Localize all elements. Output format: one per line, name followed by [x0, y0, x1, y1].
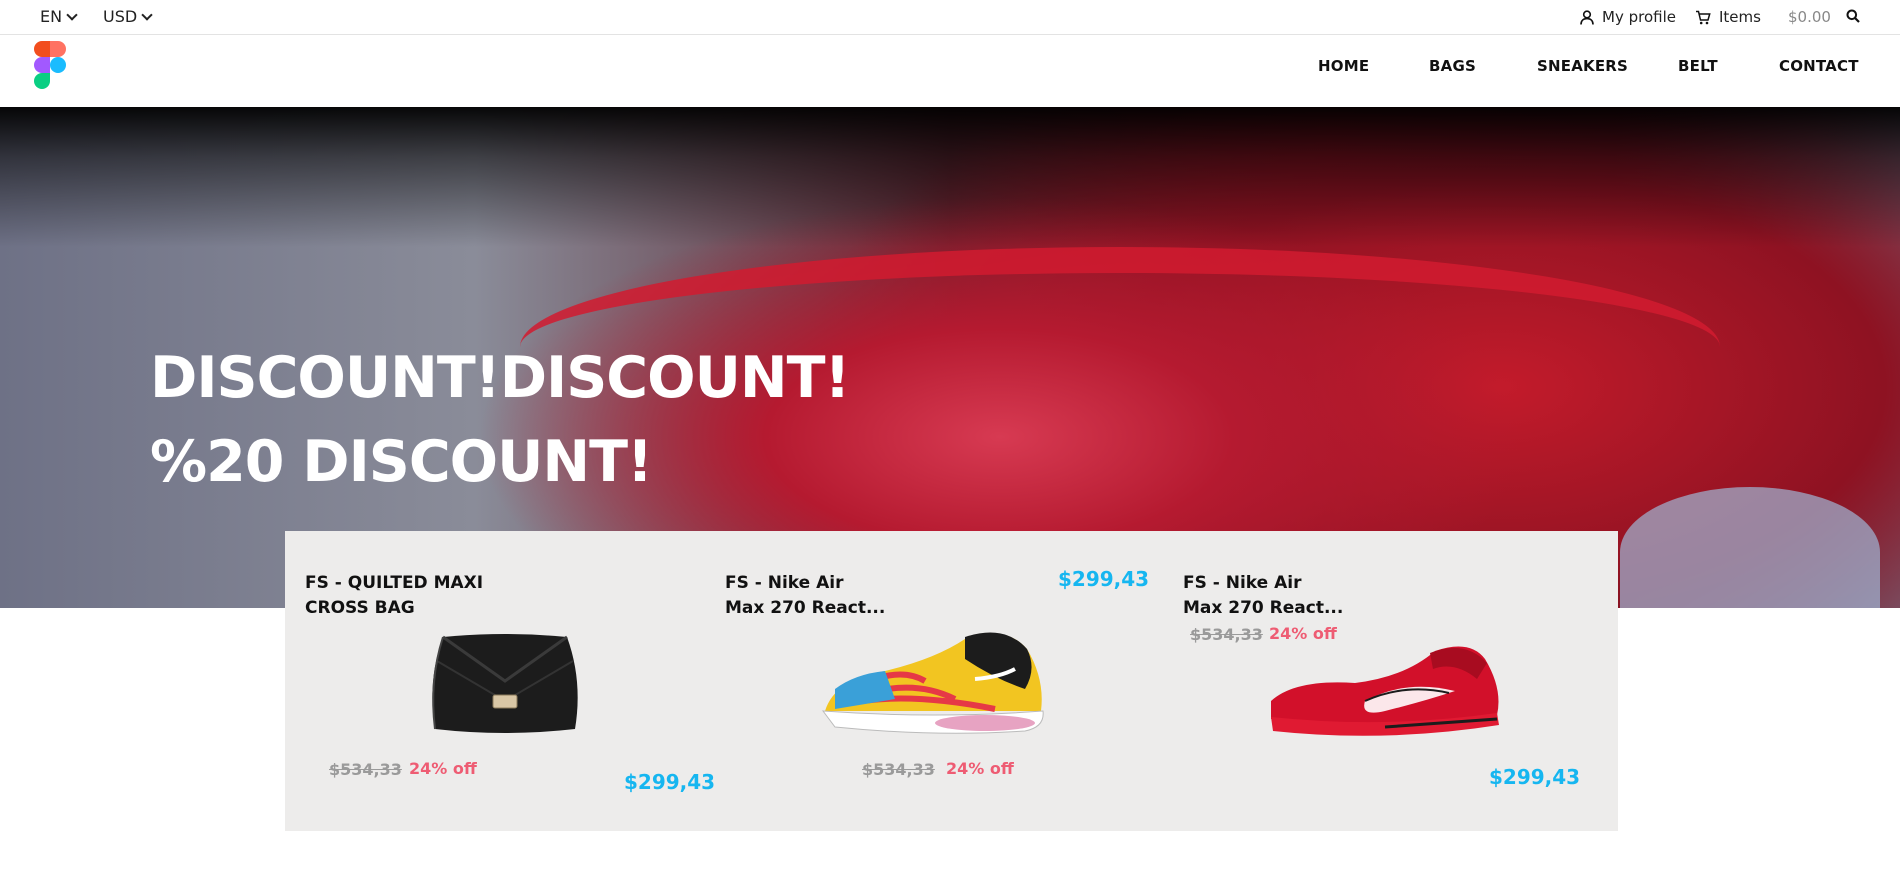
original-price: $534,33 — [862, 760, 935, 779]
my-profile-link[interactable]: My profile — [1580, 8, 1676, 26]
hero-subheadline: %20 DISCOUNT! — [150, 429, 653, 495]
product-title: FS - Nike Air Max 270 React... — [725, 573, 886, 618]
main-navbar: HOME BAGS SNEAKERS BELT CONTACT — [0, 35, 1900, 107]
currency-value: USD — [103, 7, 138, 26]
language-value: EN — [40, 7, 63, 26]
product-title: FS - Nike Air Max 270 React... — [1183, 573, 1344, 618]
cart-icon — [1696, 10, 1711, 24]
nav-belt[interactable]: BELT — [1678, 57, 1718, 75]
nav-sneakers[interactable]: SNEAKERS — [1537, 57, 1628, 75]
black-bag-image — [432, 634, 578, 733]
top-bar: EN USD My profile Items $0.00 — [0, 0, 1900, 35]
language-selector[interactable]: EN — [40, 7, 78, 26]
cart-total: $0.00 — [1788, 8, 1831, 26]
search-button[interactable] — [1846, 9, 1860, 23]
product-card[interactable]: FS - Nike Air Max 270 React... $299,43 $… — [725, 531, 1170, 831]
product-price: $299,43 — [1489, 765, 1581, 789]
hero-shoe-sole-image — [1620, 487, 1880, 608]
discount-label: 24% off — [409, 759, 477, 778]
original-price: $534,33 — [329, 760, 402, 779]
original-price: $534,33 — [1190, 625, 1263, 644]
cart-total-value: $0.00 — [1788, 8, 1831, 26]
figma-logo-icon[interactable] — [34, 41, 66, 89]
product-card[interactable]: FS - Nike Air Max 270 React... $534,33 2… — [1170, 531, 1618, 831]
nav-contact[interactable]: CONTACT — [1779, 57, 1859, 75]
currency-selector[interactable]: USD — [103, 7, 153, 26]
product-price: $299,43 — [1058, 567, 1150, 591]
chevron-down-icon — [66, 8, 78, 21]
product-panel: FS - QUILTED MAXI CROSS BAG $534,33 24% … — [285, 531, 1618, 831]
nav-bags[interactable]: BAGS — [1429, 57, 1476, 75]
multicolor-sneaker-image — [821, 632, 1044, 734]
product-price: $299,43 — [624, 770, 716, 794]
search-icon — [1846, 9, 1860, 23]
product-card[interactable]: FS - QUILTED MAXI CROSS BAG $534,33 24% … — [285, 531, 725, 831]
chevron-down-icon — [141, 8, 153, 21]
hero-headline: DISCOUNT!DISCOUNT! — [150, 345, 850, 411]
red-sneaker-image — [1271, 646, 1499, 736]
discount-label: 24% off — [946, 759, 1014, 778]
items-label: Items — [1719, 8, 1761, 26]
user-icon — [1580, 9, 1594, 25]
product-title: FS - QUILTED MAXI CROSS BAG — [305, 573, 484, 618]
cart-items-link[interactable]: Items — [1695, 8, 1761, 26]
my-profile-label: My profile — [1602, 8, 1676, 26]
nav-home[interactable]: HOME — [1318, 57, 1369, 75]
